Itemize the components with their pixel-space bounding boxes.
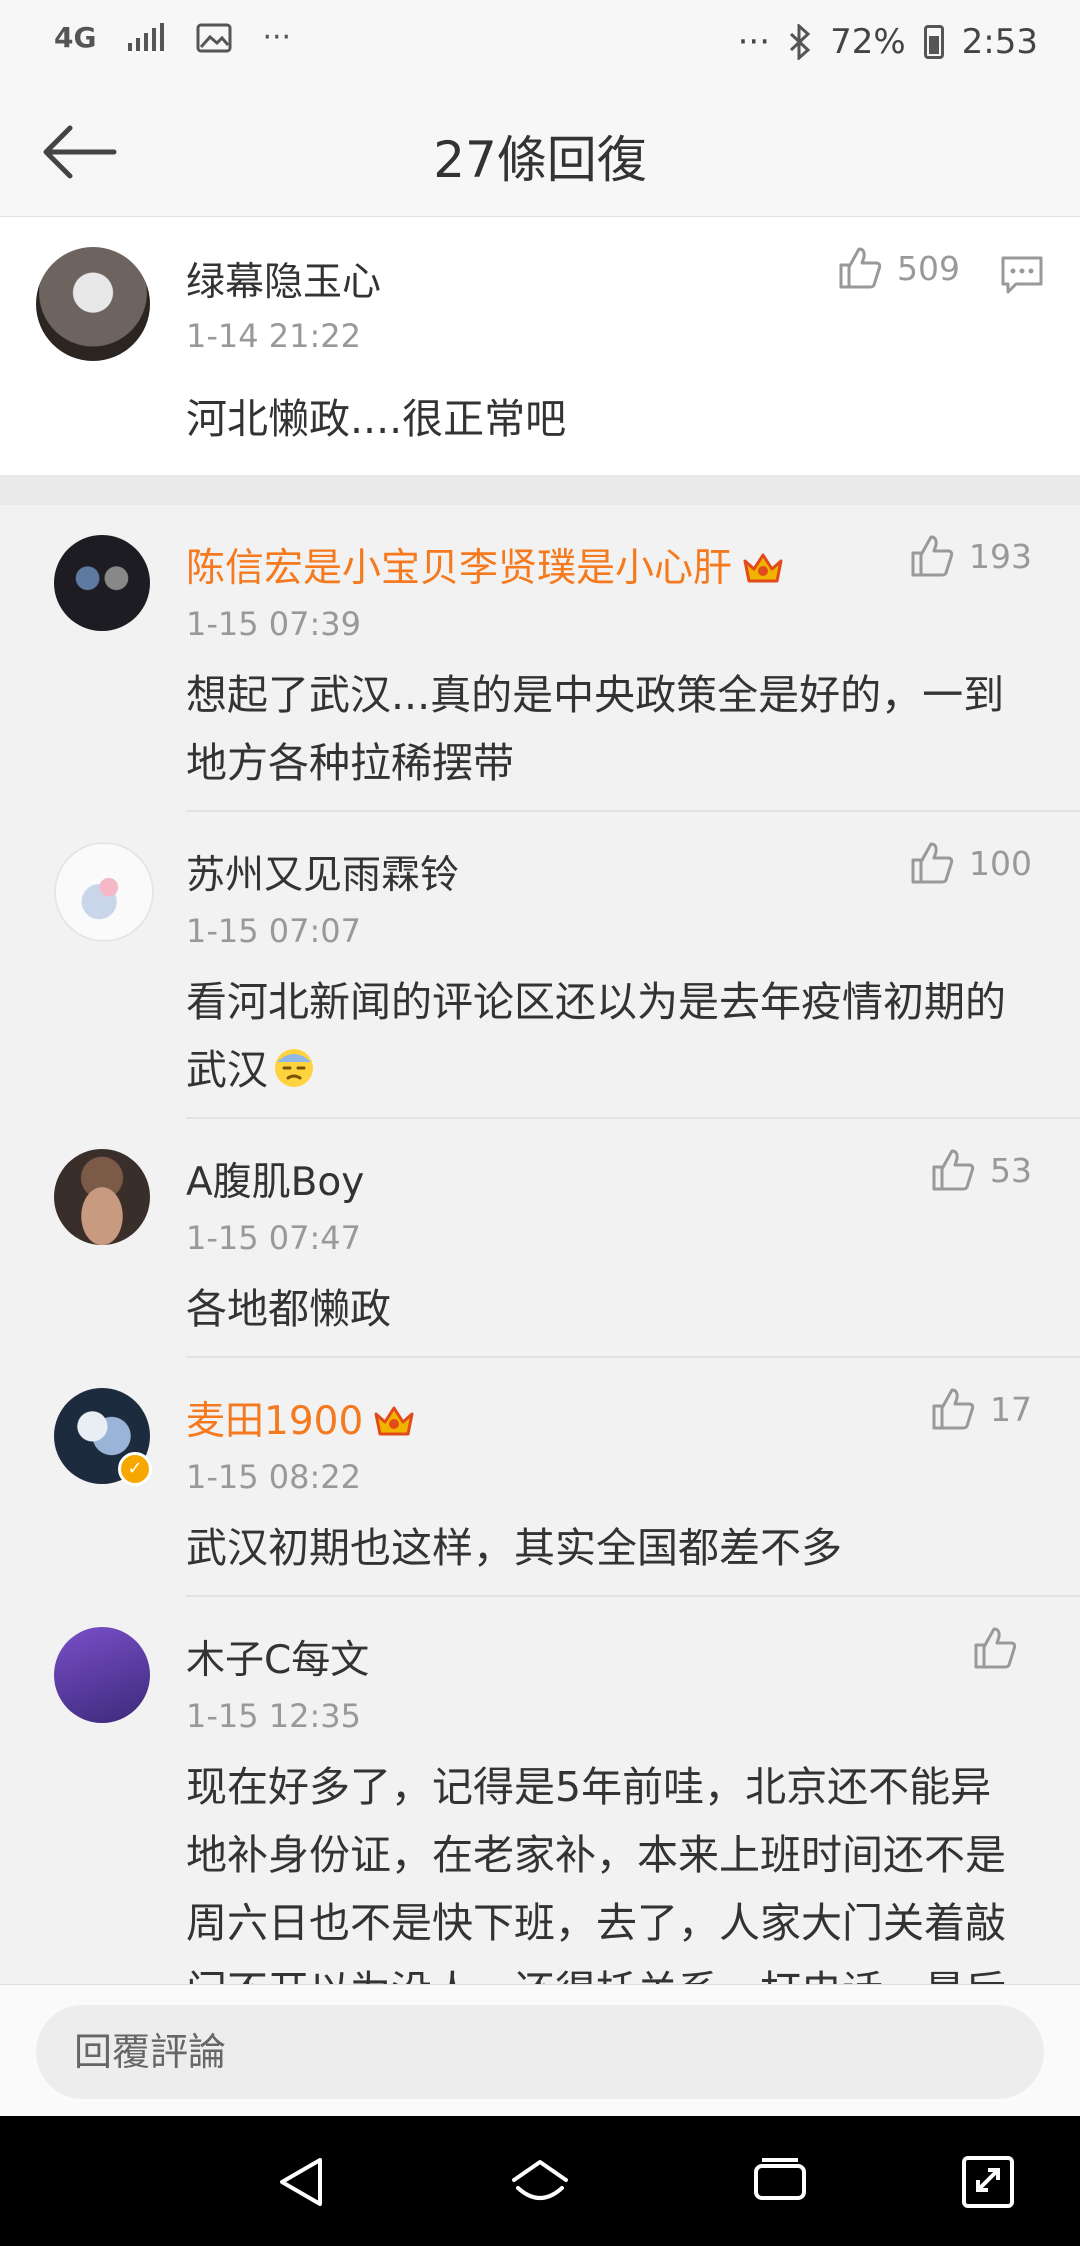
comment-text-line: 各地都懒政 [186,1285,391,1333]
thumbs-up-icon [932,1149,975,1191]
sweating-face-emoji-icon [275,1049,313,1087]
commenter-name[interactable]: 木子C每文 [186,1629,369,1685]
commenter-name[interactable]: A腹肌Boy [186,1151,364,1207]
comment-text: 各地都懒政 [186,1275,391,1343]
comment-text: 想起了武汉...真的是中央政策全是好的，一到 地方各种拉稀摆带 [186,661,1004,797]
thumbs-up-icon [932,1388,975,1430]
like-count: 17 [990,1389,1032,1429]
comment-text: 现在好多了，记得是5年前哇，北京还不能异 地补身份证，在老家补，本来上班时间还不… [186,1753,1006,1984]
recent-apps-icon[interactable] [748,2152,812,2212]
reply-item: 苏州又见雨霖铃 1-15 07:07 看河北新闻的评论区还以为是去年疫情初期的 … [0,812,1080,1119]
reply-input[interactable] [36,2005,1044,2099]
comment-timestamp: 1-15 08:22 [186,1458,362,1496]
more-notifications-icon: ··· [262,20,292,55]
comment-timestamp: 1-15 12:35 [186,1697,362,1735]
like-button[interactable] [972,1625,1032,1671]
like-button[interactable]: 509 [837,245,960,291]
avatar[interactable] [54,535,150,631]
top-navigation-bar: 27條回復 [0,88,1080,217]
like-count: 509 [897,248,960,288]
comment-timestamp: 1-15 07:47 [186,1219,362,1257]
comment-text-line: 看河北新闻的评论区还以为是去年疫情初期的 [186,978,1006,1026]
status-bar: 4G ··· ··· 72% 2:53 [0,0,1080,88]
network-indicator: 4G [54,20,97,54]
verified-badge-icon: ✓ [118,1452,152,1486]
reply-item: 陈信宏是小宝贝李贤璞是小心肝 1-15 07:39 想起了武汉...真的是中央政… [0,505,1080,812]
battery-icon [923,25,944,59]
thumbs-up-icon [839,247,882,289]
home-icon[interactable] [508,2152,572,2212]
comment-timestamp: 1-14 21:22 [186,317,362,355]
bluetooth-icon [790,24,811,60]
avatar[interactable] [54,1149,150,1245]
comment-text-line: 周六日也不是快下班，去了，人家大门关着敲 [186,1899,1006,1947]
comment-text-line: 地补身份证，在老家补，本来上班时间还不是 [186,1831,1006,1879]
comment-text-line: 门不开以为没人，还得托关系，打电话，最后 [186,1957,1006,1984]
section-gap [0,475,1080,505]
like-button[interactable]: 100 [909,840,1032,886]
system-navigation-bar [0,2116,1080,2246]
commenter-name-text: 陈信宏是小宝贝李贤璞是小心肝 [186,546,733,591]
like-count: 100 [969,843,1032,883]
comment-text-line: 现在好多了，记得是5年前哇，北京还不能异 [186,1763,992,1811]
comment-text-line: 想起了武汉...真的是中央政策全是好的，一到 [186,671,1005,719]
like-count: 193 [969,536,1032,576]
page-title: 27條回復 [433,131,647,189]
like-button[interactable]: 53 [930,1147,1032,1193]
vip-crown-icon [743,553,783,583]
thumbs-up-icon [974,1627,1017,1669]
comment-timestamp: 1-15 07:07 [186,912,362,950]
reply-item: ✓ 麦田1900 1-15 08:22 武汉初期也这样，其实全国都差不多 17 [0,1358,1080,1597]
comment-text: 河北懒政....很正常吧 [186,395,567,443]
reply-comment-icon[interactable] [1000,255,1044,295]
reply-bar [0,1984,1080,2117]
commenter-name[interactable]: 绿幕隐玉心 [186,251,381,307]
avatar[interactable] [36,247,150,361]
thumbs-up-icon [911,842,954,884]
more-status-icon: ··· [737,22,771,62]
like-count: 53 [990,1150,1032,1190]
back-icon[interactable] [270,2152,334,2212]
comment-text-segment: 武汉 [186,1046,268,1094]
comment-text-line: 地方各种拉稀摆带 [186,739,514,787]
comment-text: 看河北新闻的评论区还以为是去年疫情初期的 武汉 [186,968,1006,1104]
signal-icon [128,22,165,51]
commenter-name[interactable]: 麦田1900 [186,1390,415,1446]
commenter-name[interactable]: 苏州又见雨霖铃 [186,844,459,900]
vip-crown-icon [374,1406,414,1436]
reply-item: A腹肌Boy 1-15 07:47 各地都懒政 53 [0,1119,1080,1358]
screen-expand-icon[interactable] [956,2152,1020,2212]
battery-percentage: 72% [830,22,906,62]
comment-text: 武汉初期也这样，其实全国都差不多 [186,1514,842,1582]
comment-text-line: 武汉 [186,1036,1006,1104]
like-button[interactable]: 193 [909,533,1032,579]
like-button[interactable]: 17 [930,1386,1032,1432]
commenter-name-text: 麦田1900 [186,1399,364,1444]
clock: 2:53 [961,22,1038,62]
commenter-name[interactable]: 陈信宏是小宝贝李贤璞是小心肝 [186,537,784,593]
avatar[interactable] [54,1627,150,1723]
comment-timestamp: 1-15 07:39 [186,605,362,643]
reply-item: 木子C每文 1-15 12:35 现在好多了，记得是5年前哇，北京还不能异 地补… [0,1597,1080,1984]
thumbs-up-icon [911,535,954,577]
avatar[interactable] [54,842,154,942]
main-comment: 绿幕隐玉心 1-14 21:22 河北懒政....很正常吧 509 [0,217,1080,475]
image-icon [196,23,232,52]
comment-text-line: 武汉初期也这样，其实全国都差不多 [186,1524,842,1572]
